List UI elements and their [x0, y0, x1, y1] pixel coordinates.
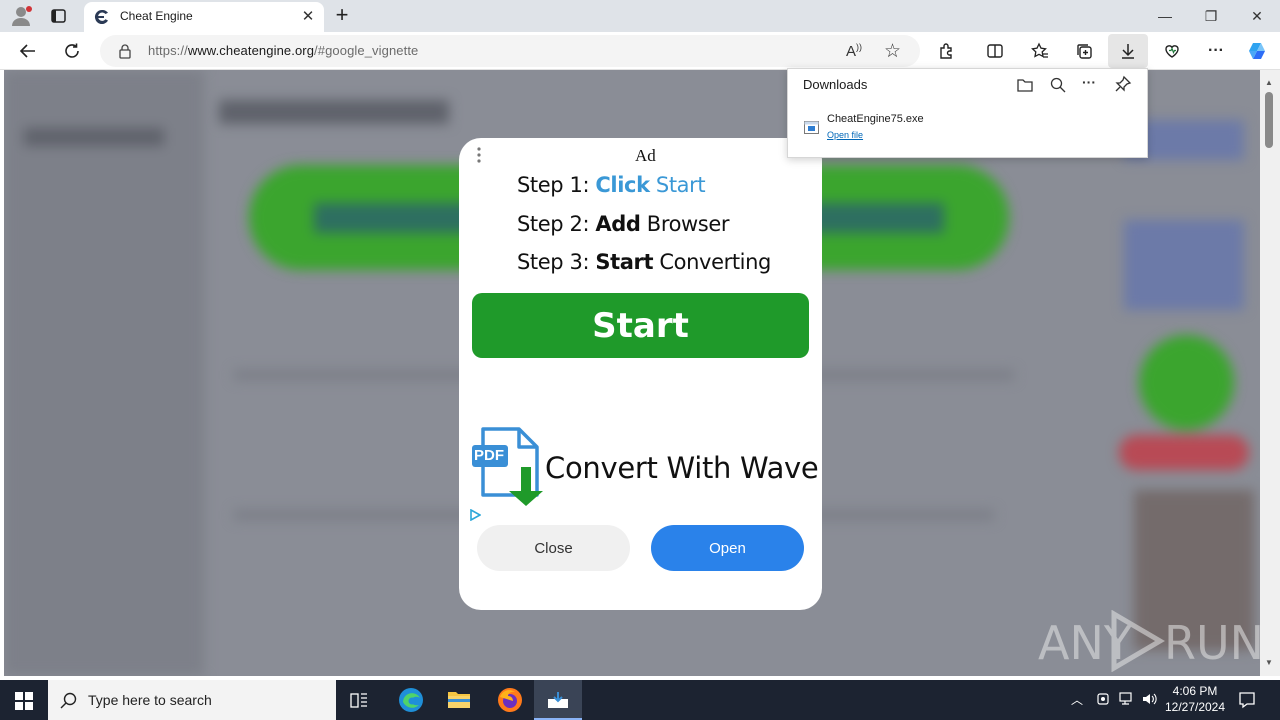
url-text[interactable]: https://www.cheatengine.org/#google_vign…: [148, 43, 418, 58]
ad-convert-text: Convert With Wave: [545, 451, 819, 485]
task-view-icon[interactable]: [350, 691, 368, 709]
downloads-title: Downloads: [803, 77, 868, 92]
favorites-icon[interactable]: [1027, 38, 1053, 64]
notifications-icon[interactable]: [1238, 691, 1256, 709]
download-arrow-icon: [1119, 42, 1137, 60]
pdf-download-icon: PDF: [471, 427, 547, 507]
ad-open-button[interactable]: Open: [651, 525, 804, 571]
step2-prefix: Step 2:: [517, 212, 596, 236]
favorite-star-icon[interactable]: ☆: [884, 40, 901, 63]
download-item[interactable]: CheatEngine75.exe Open file: [788, 107, 1147, 157]
active-app-taskbar-button[interactable]: [534, 680, 582, 720]
volume-icon[interactable]: [1142, 692, 1158, 706]
browser-toolbar: https://www.cheatengine.org/#google_vign…: [0, 32, 1280, 70]
split-screen-icon[interactable]: [982, 38, 1008, 64]
download-file-name: CheatEngine75.exe: [827, 113, 924, 125]
ad-menu-icon[interactable]: [476, 147, 482, 163]
file-explorer-icon[interactable]: [447, 688, 471, 710]
tab-title: Cheat Engine: [120, 9, 193, 23]
collections-icon[interactable]: [1071, 38, 1097, 64]
step2-bold: Add: [595, 212, 641, 236]
search-icon: [60, 692, 77, 709]
pin-icon[interactable]: [1114, 75, 1132, 93]
clock[interactable]: 4:06 PM 12/27/2024: [1164, 683, 1226, 717]
open-file-link[interactable]: Open file: [827, 130, 863, 140]
url-prefix: https://: [148, 43, 188, 58]
close-tab-icon[interactable]: ✕: [300, 9, 316, 25]
new-tab-icon[interactable]: +: [332, 4, 352, 26]
back-icon[interactable]: [15, 38, 41, 64]
open-downloads-folder-icon[interactable]: [1016, 76, 1034, 94]
settings-more-icon[interactable]: ···: [1203, 38, 1229, 64]
close-window-icon[interactable]: ✕: [1234, 0, 1280, 32]
title-bar: Cheat Engine ✕ + — ❐ ✕: [0, 0, 1280, 32]
step2-rest: Browser: [640, 212, 730, 236]
anyrun-watermark: ANY RUN: [1038, 608, 1264, 674]
search-downloads-icon[interactable]: [1049, 76, 1067, 94]
ad-close-button[interactable]: Close: [477, 525, 630, 571]
refresh-icon[interactable]: [59, 38, 85, 64]
tab-cheat-engine[interactable]: Cheat Engine ✕: [84, 2, 324, 32]
clock-time: 4:06 PM: [1172, 684, 1218, 698]
watermark-play-icon: [1110, 609, 1166, 673]
profile-icon[interactable]: [10, 5, 34, 27]
extensions-icon[interactable]: [934, 38, 960, 64]
minimize-icon[interactable]: —: [1142, 0, 1188, 32]
ad-label: Ad: [635, 146, 656, 165]
tab-actions-icon[interactable]: [50, 7, 68, 25]
exe-file-icon: [804, 121, 819, 134]
browser-essentials-icon[interactable]: [1159, 38, 1185, 64]
taskbar-search-box[interactable]: Type here to search: [48, 680, 336, 720]
read-aloud-icon[interactable]: A)): [846, 42, 862, 60]
show-hidden-icons[interactable]: ︿: [1071, 691, 1083, 708]
network-icon[interactable]: [1119, 692, 1135, 706]
firefox-icon[interactable]: [497, 687, 523, 713]
url-host: www.cheatengine.org: [187, 43, 315, 58]
scroll-thumb[interactable]: [1265, 92, 1273, 148]
clock-date: 12/27/2024: [1164, 700, 1226, 714]
step1-rest: Start: [649, 173, 706, 197]
step3-bold: Start: [595, 250, 654, 274]
start-windows-icon[interactable]: [15, 692, 33, 710]
watermark-right-text: RUN: [1164, 616, 1265, 670]
ad-start-button[interactable]: Start: [472, 293, 809, 358]
ad-dialog: Ad Step 1: Click Start Step 2: Add Brows…: [459, 138, 822, 610]
scroll-down-icon[interactable]: ▼: [1265, 658, 1273, 667]
restore-icon[interactable]: ❐: [1188, 0, 1234, 32]
more-options-icon[interactable]: ···: [1082, 74, 1096, 90]
tray-device-icon[interactable]: [1096, 692, 1110, 706]
lock-icon[interactable]: [118, 44, 132, 59]
scroll-up-icon[interactable]: ▲: [1265, 78, 1273, 87]
ad-step-1: Step 1: Click Start: [517, 173, 706, 197]
search-placeholder: Type here to search: [88, 692, 212, 708]
step3-prefix: Step 3:: [517, 250, 596, 274]
step1-bold: Click: [595, 173, 650, 197]
url-path: /#google_vignette: [314, 43, 419, 58]
edge-taskbar-icon[interactable]: [398, 687, 424, 713]
address-bar[interactable]: https://www.cheatengine.org/#google_vign…: [100, 35, 920, 67]
downloads-button[interactable]: [1108, 34, 1148, 68]
site-favicon-icon: [94, 9, 110, 25]
step1-prefix: Step 1:: [517, 173, 596, 197]
page-scrollbar[interactable]: ▲ ▼: [1260, 70, 1280, 676]
windows-taskbar: Type here to search ︿ 4:06 PM 12/27/2024: [0, 680, 1280, 720]
adchoices-icon[interactable]: [469, 508, 482, 522]
active-app-icon: [547, 691, 569, 709]
ad-step-2: Step 2: Add Browser: [517, 212, 730, 236]
copilot-icon[interactable]: [1246, 40, 1268, 62]
downloads-panel: Downloads ··· CheatEngine75.exe Open fil…: [787, 68, 1148, 158]
ad-step-3: Step 3: Start Converting: [517, 250, 771, 274]
pdf-badge-text: PDF: [474, 447, 504, 464]
step3-rest: Converting: [653, 250, 771, 274]
